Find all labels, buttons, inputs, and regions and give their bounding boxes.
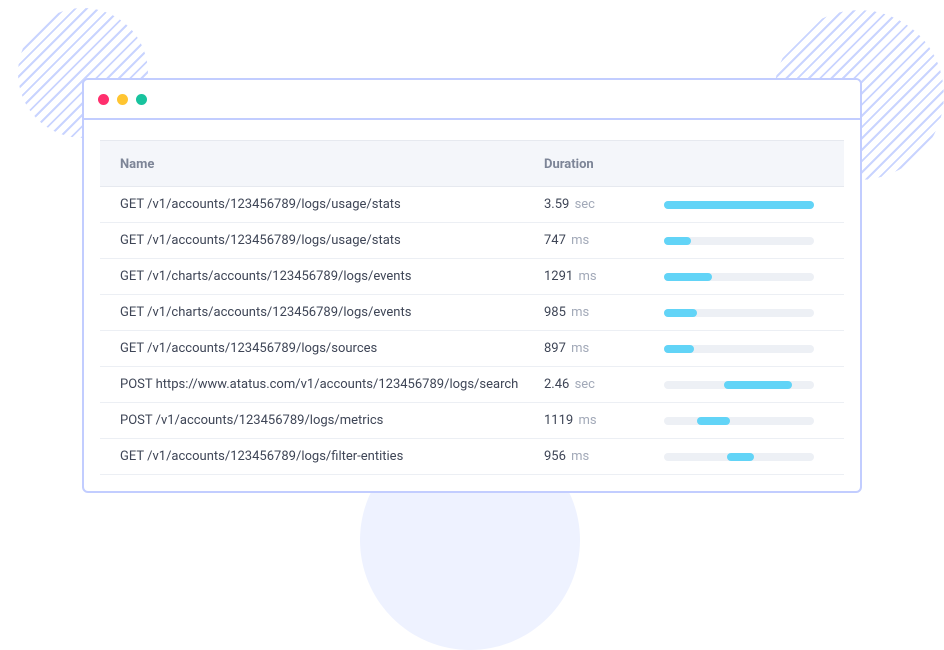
duration-unit: sec [571, 377, 595, 392]
duration-bar-fill [664, 345, 694, 353]
duration-unit: sec [571, 197, 595, 212]
duration-bar-cell [654, 237, 824, 245]
duration-bar-fill [664, 309, 697, 317]
request-duration: 1119 ms [544, 413, 654, 428]
window-close-icon[interactable] [98, 94, 109, 105]
duration-bar-fill [664, 201, 814, 209]
duration-bar-fill [697, 417, 730, 425]
column-header-bar [654, 157, 824, 172]
duration-unit: ms [568, 341, 589, 356]
duration-unit: ms [575, 269, 596, 284]
table-row[interactable]: POST /v1/accounts/123456789/logs/metrics… [100, 403, 844, 439]
window-minimize-icon[interactable] [117, 94, 128, 105]
duration-unit: ms [568, 449, 589, 464]
request-name: GET /v1/accounts/123456789/logs/usage/st… [120, 233, 544, 248]
duration-bar-track [664, 201, 814, 209]
table-row[interactable]: POST https://www.atatus.com/v1/accounts/… [100, 367, 844, 403]
request-duration: 2.46 sec [544, 377, 654, 392]
duration-bar-cell [654, 309, 824, 317]
duration-bar-track [664, 381, 814, 389]
table-header-row: Name Duration [100, 140, 844, 187]
request-name: GET /v1/accounts/123456789/logs/filter-e… [120, 449, 544, 464]
duration-bar-cell [654, 381, 824, 389]
window-maximize-icon[interactable] [136, 94, 147, 105]
request-duration: 1291 ms [544, 269, 654, 284]
table-row[interactable]: GET /v1/accounts/123456789/logs/usage/st… [100, 187, 844, 223]
request-name: POST https://www.atatus.com/v1/accounts/… [120, 377, 544, 392]
duration-bar-fill [727, 453, 754, 461]
window-titlebar [84, 80, 860, 120]
duration-value: 747 [544, 233, 566, 248]
duration-bar-cell [654, 201, 824, 209]
table-row[interactable]: GET /v1/accounts/123456789/logs/sources8… [100, 331, 844, 367]
duration-unit: ms [575, 413, 596, 428]
duration-bar-cell [654, 273, 824, 281]
duration-value: 1291 [544, 269, 573, 284]
request-name: GET /v1/charts/accounts/123456789/logs/e… [120, 269, 544, 284]
duration-value: 2.46 [544, 377, 569, 392]
table-row[interactable]: GET /v1/charts/accounts/123456789/logs/e… [100, 259, 844, 295]
duration-value: 1119 [544, 413, 573, 428]
browser-window: Name Duration GET /v1/accounts/123456789… [82, 78, 862, 493]
request-name: GET /v1/accounts/123456789/logs/sources [120, 341, 544, 356]
duration-value: 985 [544, 305, 566, 320]
duration-unit: ms [568, 233, 589, 248]
duration-bar-fill [664, 237, 691, 245]
request-duration: 956 ms [544, 449, 654, 464]
duration-bar-track [664, 453, 814, 461]
request-duration: 897 ms [544, 341, 654, 356]
table-row[interactable]: GET /v1/accounts/123456789/logs/filter-e… [100, 439, 844, 475]
request-duration: 747 ms [544, 233, 654, 248]
duration-bar-track [664, 345, 814, 353]
request-name: GET /v1/accounts/123456789/logs/usage/st… [120, 197, 544, 212]
request-duration: 3.59 sec [544, 197, 654, 212]
table-body: GET /v1/accounts/123456789/logs/usage/st… [100, 187, 844, 475]
duration-value: 3.59 [544, 197, 569, 212]
duration-bar-track [664, 237, 814, 245]
duration-bar-fill [724, 381, 792, 389]
table-row[interactable]: GET /v1/charts/accounts/123456789/logs/e… [100, 295, 844, 331]
duration-unit: ms [568, 305, 589, 320]
column-header-duration[interactable]: Duration [544, 157, 654, 172]
table-row[interactable]: GET /v1/accounts/123456789/logs/usage/st… [100, 223, 844, 259]
duration-bar-track [664, 417, 814, 425]
duration-bar-cell [654, 345, 824, 353]
duration-bar-cell [654, 417, 824, 425]
duration-bar-track [664, 273, 814, 281]
column-header-name[interactable]: Name [120, 157, 544, 172]
duration-bar-cell [654, 453, 824, 461]
window-content: Name Duration GET /v1/accounts/123456789… [84, 140, 860, 475]
request-duration: 985 ms [544, 305, 654, 320]
duration-value: 897 [544, 341, 566, 356]
duration-bar-track [664, 309, 814, 317]
duration-value: 956 [544, 449, 566, 464]
request-name: GET /v1/charts/accounts/123456789/logs/e… [120, 305, 544, 320]
request-name: POST /v1/accounts/123456789/logs/metrics [120, 413, 544, 428]
duration-bar-fill [664, 273, 712, 281]
